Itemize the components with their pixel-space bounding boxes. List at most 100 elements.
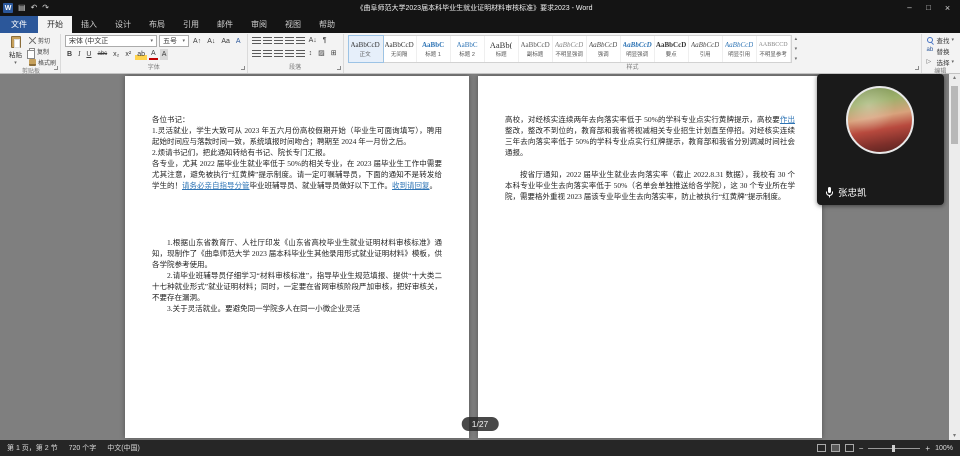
style-item-4[interactable]: AaBb(标题	[485, 36, 519, 62]
select-button[interactable]: 选择▾	[926, 57, 954, 67]
style-item-10[interactable]: AaBbCcD引用	[689, 36, 723, 62]
styles-dialog-launcher-icon[interactable]	[915, 66, 919, 70]
style-item-12[interactable]: AABBCCD不明显参考	[757, 36, 791, 62]
format-painter-button[interactable]: 格式刷	[29, 58, 56, 67]
copy-button[interactable]: 复制	[29, 47, 56, 56]
sort-icon[interactable]: A↓	[307, 35, 319, 46]
align-right-icon[interactable]	[274, 50, 283, 57]
increase-indent-icon[interactable]	[296, 37, 305, 44]
distribute-icon[interactable]	[296, 50, 305, 57]
character-shading-icon[interactable]: A	[160, 49, 169, 60]
doc-paragraph[interactable]: 各位书记：	[152, 114, 442, 125]
tab-0[interactable]: 开始	[38, 16, 72, 33]
gallery-up-icon[interactable]: ▴	[795, 36, 798, 42]
save-icon[interactable]: ▤	[18, 4, 26, 12]
justify-icon[interactable]	[285, 50, 294, 57]
redo-icon[interactable]: ↷	[42, 4, 49, 12]
tab-7[interactable]: 视图	[276, 16, 310, 33]
style-item-1[interactable]: AaBbCcD无间隔	[383, 36, 417, 62]
style-item-2[interactable]: AaBbC标题 1	[417, 36, 451, 62]
tab-4[interactable]: 引用	[174, 16, 208, 33]
webcam-overlay[interactable]: 张忠凯	[817, 74, 944, 205]
tab-2[interactable]: 设计	[106, 16, 140, 33]
align-left-icon[interactable]	[252, 50, 261, 57]
scrollbar-thumb[interactable]	[951, 86, 958, 144]
decrease-indent-icon[interactable]	[285, 37, 294, 44]
shrink-font-icon[interactable]: A↓	[205, 36, 217, 47]
zoom-out-button[interactable]: −	[859, 444, 864, 453]
align-center-icon[interactable]	[263, 50, 272, 57]
font-size-combo[interactable]: 五号 ▾	[159, 35, 189, 47]
numbering-icon[interactable]	[263, 37, 272, 44]
style-item-6[interactable]: AaBbCcD不明显强调	[553, 36, 587, 62]
tab-file[interactable]: 文件	[0, 16, 38, 33]
close-button[interactable]: ×	[938, 0, 957, 16]
tab-5[interactable]: 邮件	[208, 16, 242, 33]
statusbar-language[interactable]: 中文(中国)	[107, 443, 140, 453]
doc-paragraph[interactable]: 按省厅通知，2022 届毕业生就业去向落实率（截止 2022.8.31 数据），…	[505, 169, 795, 202]
show-formatting-marks-icon[interactable]: ¶	[321, 35, 329, 46]
style-item-3[interactable]: AaBbC标题 2	[451, 36, 485, 62]
zoom-slider-thumb[interactable]	[892, 445, 895, 452]
strikethrough-icon[interactable]: abc	[95, 49, 109, 60]
clipboard-dialog-launcher-icon[interactable]	[54, 66, 58, 70]
borders-icon[interactable]: ⊞	[329, 48, 339, 59]
statusbar-word-count[interactable]: 720 个字	[69, 443, 97, 453]
tab-8[interactable]: 帮助	[310, 16, 344, 33]
tab-3[interactable]: 布局	[140, 16, 174, 33]
superscript-icon[interactable]: x²	[123, 49, 133, 60]
paragraph-dialog-launcher-icon[interactable]	[337, 66, 341, 70]
clear-formatting-icon[interactable]: A	[234, 36, 243, 47]
doc-paragraph[interactable]: 1.根据山东省教育厅、人社厅印发《山东省高校毕业生就业证明材料审核标准》通知，现…	[152, 237, 442, 270]
highlight-color-icon[interactable]: ab	[135, 49, 147, 60]
font-color-icon[interactable]: A	[149, 49, 158, 60]
font-name-combo[interactable]: 宋体 (中文正 ▾	[65, 35, 157, 47]
underline-icon[interactable]: U	[84, 49, 93, 60]
italic-icon[interactable]: I	[76, 49, 82, 60]
gallery-more-icon[interactable]: ▾	[795, 56, 798, 62]
shading-icon[interactable]: ▨	[316, 48, 327, 59]
print-layout-icon[interactable]	[831, 444, 840, 452]
page-1[interactable]: 各位书记：1.灵活就业，学生大致可从 2023 年五六月份高校假期开始（毕业生可…	[125, 76, 469, 438]
multilevel-list-icon[interactable]	[274, 37, 283, 44]
style-item-9[interactable]: AaBbCcD要点	[655, 36, 689, 62]
style-item-7[interactable]: AaBbCcD强调	[587, 36, 621, 62]
scroll-up-icon[interactable]: ▴	[953, 74, 956, 81]
style-item-11[interactable]: AaBbCcD明显引用	[723, 36, 757, 62]
change-case-icon[interactable]: Aa	[219, 36, 232, 47]
line-spacing-icon[interactable]: ↕	[307, 48, 315, 59]
zoom-in-button[interactable]: +	[925, 444, 930, 453]
doc-paragraph[interactable]: 各专业，尤其 2022 届毕业生就业率低于 50%的相关专业，在 2023 届毕…	[152, 158, 442, 191]
scroll-down-icon[interactable]: ▾	[953, 432, 956, 439]
style-item-8[interactable]: AaBbCcD明显强调	[621, 36, 655, 62]
find-button[interactable]: 查找▾	[926, 35, 954, 45]
tab-6[interactable]: 审阅	[242, 16, 276, 33]
word-app-icon[interactable]: W	[3, 3, 13, 13]
page-2[interactable]: 高校，对经核实连续两年去向落实率低于 50%的学科专业点实行黄牌提示，高校要作出…	[478, 76, 822, 438]
minimize-button[interactable]: –	[900, 0, 919, 16]
tab-1[interactable]: 插入	[72, 16, 106, 33]
doc-paragraph[interactable]: 3.关于灵活就业。要避免同一学院多人在同一小微企业灵活	[152, 303, 442, 314]
subscript-icon[interactable]: x₂	[111, 49, 121, 60]
bold-icon[interactable]: B	[65, 49, 74, 60]
restore-button[interactable]: □	[919, 0, 938, 16]
doc-paragraph[interactable]: 1.灵活就业，学生大致可从 2023 年五六月份高校假期开始（毕业生可面询填写）…	[152, 125, 442, 147]
zoom-slider[interactable]	[868, 448, 920, 449]
web-layout-icon[interactable]	[845, 444, 854, 452]
paste-button[interactable]: 粘贴 ▾	[6, 35, 25, 67]
gallery-down-icon[interactable]: ▾	[795, 46, 798, 52]
undo-icon[interactable]: ↶	[31, 4, 38, 12]
font-dialog-launcher-icon[interactable]	[241, 66, 245, 70]
statusbar-page-info[interactable]: 第 1 页，第 2 节	[7, 443, 58, 453]
cut-button[interactable]: 剪切	[29, 36, 56, 45]
doc-paragraph[interactable]: 高校，对经核实连续两年去向落实率低于 50%的学科专业点实行黄牌提示，高校要作出…	[505, 114, 795, 158]
read-mode-icon[interactable]	[817, 444, 826, 452]
style-item-0[interactable]: AaBbCcD正文	[349, 36, 383, 62]
zoom-level[interactable]: 100%	[935, 445, 953, 452]
doc-paragraph[interactable]: 2.请毕业班辅导员仔细学习“材料审核标准”，指导毕业生规范填报、提供“十大类二十…	[152, 270, 442, 303]
doc-paragraph[interactable]: 2.烦请书记们，把此通知转给有书记、院长专门汇报。	[152, 147, 442, 158]
bullets-icon[interactable]	[252, 37, 261, 44]
vertical-scrollbar[interactable]: ▴ ▾	[949, 74, 960, 440]
grow-font-icon[interactable]: A↑	[191, 36, 203, 47]
replace-button[interactable]: 替换	[926, 46, 954, 56]
